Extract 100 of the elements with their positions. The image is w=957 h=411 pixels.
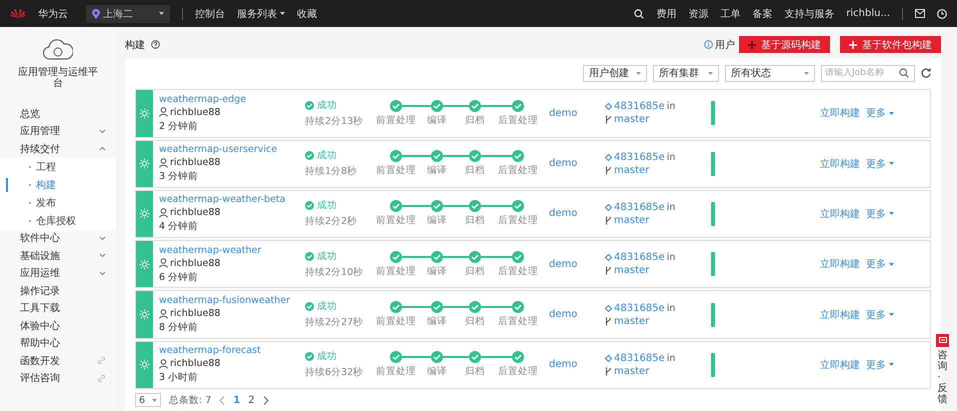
sidebar-item[interactable]: 函数开发: [0, 352, 116, 370]
commit-suffix: in: [666, 302, 676, 314]
filter-dropdown[interactable]: 所有状态: [725, 64, 815, 82]
user-guide-link[interactable]: 用户: [715, 38, 735, 52]
sidebar-item[interactable]: 帮助中心: [0, 334, 116, 352]
build-now-link[interactable]: 立即构建: [820, 308, 860, 322]
step-label: 后置处理: [498, 214, 538, 228]
commit-link[interactable]: 4831685e: [614, 302, 665, 314]
sidebar-item[interactable]: 基础设施: [0, 247, 116, 264]
build-from-source-button[interactable]: 基于源码构建: [739, 36, 830, 54]
caret-icon: [889, 162, 894, 166]
sidebar-item[interactable]: 总览: [0, 105, 116, 122]
refresh-icon[interactable]: [921, 68, 931, 78]
sidebar-item[interactable]: 应用管理: [0, 122, 116, 140]
build-now-link[interactable]: 立即构建: [820, 156, 860, 171]
step-label: 编译: [427, 214, 447, 228]
job-user: richblue88: [170, 358, 220, 370]
environment-link[interactable]: demo: [541, 208, 605, 220]
step-label: 前置处理: [376, 365, 416, 378]
more-link[interactable]: 更多: [866, 308, 894, 322]
build-from-package-button[interactable]: 基于软件包构建: [840, 36, 941, 54]
top-nav-link[interactable]: 资源: [688, 6, 708, 20]
caret-icon: [889, 363, 894, 366]
caret-icon: [99, 128, 106, 134]
branch-link[interactable]: master: [614, 316, 650, 327]
more-link[interactable]: 更多: [866, 257, 894, 272]
commit-link[interactable]: 4831685e: [614, 101, 665, 112]
environment-link[interactable]: demo: [541, 309, 605, 320]
job-name-link[interactable]: weathermap-forecast: [159, 345, 305, 356]
filter-dropdown[interactable]: 所有集群: [653, 64, 719, 82]
branch-link[interactable]: master: [614, 114, 650, 126]
mail-icon[interactable]: [915, 9, 925, 18]
branch-link[interactable]: master: [614, 164, 650, 176]
help-icon[interactable]: [151, 40, 160, 50]
feedback-label[interactable]: 咨询·反馈: [938, 350, 948, 405]
job-name-link[interactable]: weathermap-edge: [159, 94, 305, 105]
clock-icon[interactable]: [937, 8, 947, 18]
commit-link[interactable]: 4831685e: [614, 252, 665, 264]
commit-link[interactable]: 4831685e: [614, 152, 665, 163]
status-text: 成功: [317, 149, 337, 162]
build-now-link[interactable]: 立即构建: [820, 358, 860, 372]
top-nav-link[interactable]: 收藏: [297, 6, 317, 20]
sidebar-subitem[interactable]: 发布: [0, 194, 116, 212]
top-nav-link[interactable]: 工单: [720, 6, 740, 20]
sidebar-subitem[interactable]: 仓库授权: [0, 212, 116, 230]
environment-link[interactable]: demo: [541, 108, 605, 119]
feedback-icon[interactable]: [936, 334, 949, 347]
step-label: 后置处理: [498, 365, 538, 378]
top-nav-link[interactable]: 服务列表: [237, 6, 285, 20]
build-now-link[interactable]: 立即构建: [820, 257, 860, 272]
commit-link[interactable]: 4831685e: [614, 352, 665, 364]
next-page-icon[interactable]: [262, 396, 269, 404]
more-link[interactable]: 更多: [866, 358, 894, 372]
branch-link[interactable]: master: [614, 366, 650, 377]
sidebar-item[interactable]: 工具下载: [0, 300, 116, 317]
sidebar-item[interactable]: 应用运维: [0, 264, 116, 282]
check-icon: [305, 201, 314, 210]
commit-link[interactable]: 4831685e: [614, 202, 665, 213]
more-link[interactable]: 更多: [866, 206, 894, 221]
top-nav-link[interactable]: 备案: [752, 6, 772, 20]
page-size-select[interactable]: 6: [135, 393, 161, 407]
sidebar-subitem[interactable]: 构建: [0, 176, 116, 194]
environment-link[interactable]: demo: [541, 158, 605, 170]
job-name-link[interactable]: weathermap-userservice: [159, 144, 305, 156]
user-menu[interactable]: richblu...: [846, 8, 890, 19]
commit-icon: [605, 304, 612, 312]
search-icon[interactable]: [899, 68, 909, 78]
commit-suffix: in: [666, 202, 676, 213]
duration-text: 持续1分8秒: [305, 165, 358, 178]
job-name-link[interactable]: weathermap-weather: [159, 244, 305, 256]
job-user: richblue88: [170, 106, 220, 118]
branch-link[interactable]: master: [614, 265, 650, 276]
build-now-link[interactable]: 立即构建: [820, 206, 860, 221]
branch-link[interactable]: master: [614, 214, 650, 226]
more-link[interactable]: 更多: [866, 106, 894, 120]
build-now-link[interactable]: 立即构建: [820, 106, 860, 120]
step-label: 编译: [427, 114, 447, 127]
top-nav-link[interactable]: 控制台: [195, 6, 225, 20]
top-nav-link[interactable]: 支持与服务: [784, 6, 834, 20]
search-icon[interactable]: [634, 8, 644, 18]
user-icon: [159, 208, 168, 218]
sidebar-item[interactable]: 体验中心: [0, 317, 116, 334]
job-name-link[interactable]: weathermap-weather-beta: [159, 194, 305, 206]
sidebar-item[interactable]: 持续交付: [0, 140, 116, 158]
sidebar-item[interactable]: 软件中心: [0, 230, 116, 247]
filter-dropdown[interactable]: 用户创建: [583, 64, 647, 82]
caret-icon: [99, 270, 106, 276]
branch-icon: [605, 266, 612, 276]
environment-link[interactable]: demo: [541, 359, 605, 370]
region-selector[interactable]: 上海二: [86, 4, 170, 22]
job-name-link[interactable]: weathermap-fusionweather: [159, 295, 305, 306]
sidebar-item[interactable]: 评估咨询: [0, 370, 116, 387]
more-link[interactable]: 更多: [866, 156, 894, 171]
top-nav-link[interactable]: 费用: [656, 6, 676, 20]
sidebar-item[interactable]: 操作记录: [0, 282, 116, 300]
page-number[interactable]: 2: [248, 394, 255, 406]
duration-text: 持续2分27秒: [305, 316, 364, 330]
sidebar-subitem[interactable]: 工程: [0, 158, 116, 176]
environment-link[interactable]: demo: [541, 258, 605, 270]
page-number[interactable]: 1: [233, 394, 240, 406]
